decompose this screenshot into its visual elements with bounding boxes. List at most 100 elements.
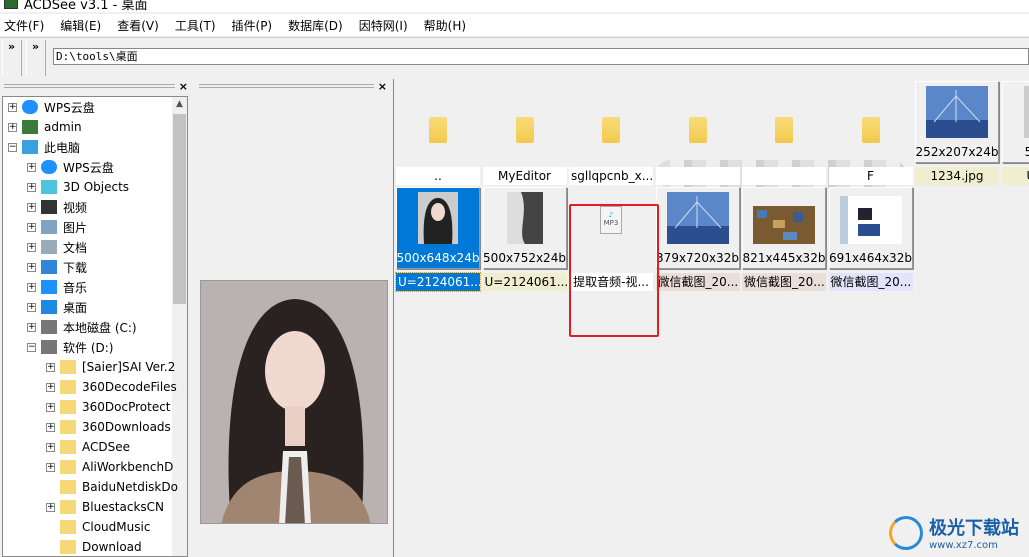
- thumbnail[interactable]: [483, 81, 567, 163]
- thumbnail[interactable]: 821x445x32b: [742, 187, 826, 269]
- image-file-item[interactable]: 252x207x24b 1234.jpg: [915, 81, 999, 185]
- file-name[interactable]: U=2124061...: [482, 273, 567, 291]
- thumbnail[interactable]: 379x720x32b: [655, 187, 740, 269]
- thumbnail[interactable]: [396, 81, 480, 163]
- tree-item[interactable]: CloudMusic: [46, 517, 150, 537]
- menu-item[interactable]: 工具(T): [175, 17, 216, 34]
- image-file-item[interactable]: 821x445x32b 微信截图_20...: [742, 187, 826, 291]
- thumbnail[interactable]: [829, 81, 913, 163]
- tree-item[interactable]: + 音乐: [27, 277, 87, 297]
- expand-icon[interactable]: +: [46, 382, 55, 392]
- tree-item[interactable]: + 桌面: [27, 297, 87, 317]
- expand-icon[interactable]: +: [27, 222, 36, 232]
- folder-item[interactable]: F: [828, 81, 913, 185]
- tree-item[interactable]: − 软件 (D:): [27, 337, 113, 357]
- tree-item[interactable]: + 图片: [27, 217, 87, 237]
- expand-icon[interactable]: +: [8, 122, 17, 132]
- expand-icon[interactable]: +: [27, 262, 36, 272]
- expand-icon[interactable]: +: [46, 402, 55, 412]
- thumbnail[interactable]: [569, 81, 653, 163]
- expand-icon[interactable]: +: [27, 242, 36, 252]
- tree-item[interactable]: + 下载: [27, 257, 87, 277]
- folder-item[interactable]: ..: [396, 81, 480, 185]
- tree-item[interactable]: + BluestacksCN: [46, 497, 164, 517]
- thumbnail[interactable]: 500x648x24b: [396, 187, 480, 269]
- thumbnail[interactable]: 500x5: [1001, 81, 1029, 163]
- tree-item[interactable]: +3D Objects: [27, 177, 129, 197]
- address-bar-input[interactable]: D:\tools\桌面: [53, 48, 1029, 65]
- tree-item[interactable]: + admin: [8, 117, 82, 137]
- file-name[interactable]: U=21: [1001, 167, 1029, 185]
- tree-item[interactable]: +360Downloads: [46, 417, 171, 437]
- tree-item[interactable]: + ACDSee: [46, 437, 130, 457]
- expand-icon[interactable]: +: [27, 302, 36, 312]
- tree-item[interactable]: + 文档: [27, 237, 87, 257]
- file-name[interactable]: U=2124061...: [395, 272, 481, 292]
- close-pane-icon[interactable]: ×: [179, 80, 188, 93]
- tree-item[interactable]: + WPS云盘: [8, 97, 95, 117]
- folder-item[interactable]: sgllqpcnb_x...: [569, 81, 653, 185]
- image-file-item[interactable]: 379x720x32b 微信截图_20...: [655, 187, 740, 291]
- file-name[interactable]: 1234.jpg: [915, 167, 999, 185]
- expand-icon[interactable]: +: [46, 502, 55, 512]
- file-name[interactable]: F: [828, 167, 913, 185]
- image-file-item[interactable]: 691x464x32b 微信截图_20...: [828, 187, 913, 291]
- menu-item[interactable]: 因特网(I): [359, 17, 408, 34]
- menu-item[interactable]: 编辑(E): [60, 17, 101, 34]
- expand-icon[interactable]: +: [27, 322, 36, 332]
- file-name[interactable]: 微信截图_20...: [828, 273, 913, 291]
- expand-icon[interactable]: +: [8, 102, 17, 112]
- menu-item[interactable]: 帮助(H): [424, 17, 466, 34]
- tree-item[interactable]: + 视频: [27, 197, 87, 217]
- tree-item[interactable]: + 本地磁盘 (C:): [27, 317, 137, 337]
- collapse-icon[interactable]: −: [27, 342, 36, 352]
- image-file-item[interactable]: 500x5 U=21: [1001, 81, 1029, 185]
- file-name[interactable]: 微信截图_20...: [655, 273, 740, 291]
- tree-item[interactable]: + WPS云盘: [27, 157, 114, 177]
- tree-item[interactable]: + AliWorkbenchD: [46, 457, 173, 477]
- expand-icon[interactable]: +: [46, 442, 55, 452]
- thumbnail[interactable]: 500x752x24b: [482, 187, 567, 269]
- file-name[interactable]: sgllqpcnb_x...: [569, 167, 653, 185]
- expand-icon[interactable]: +: [27, 162, 36, 172]
- expand-icon[interactable]: [46, 543, 55, 552]
- tree-item[interactable]: +360DocProtect: [46, 397, 171, 417]
- menu-item[interactable]: 插件(P): [232, 17, 273, 34]
- folder-item[interactable]: [742, 81, 826, 185]
- close-pane-icon[interactable]: ×: [378, 80, 387, 93]
- tree-item[interactable]: Download: [46, 537, 142, 556]
- menu-item[interactable]: 数据库(D): [288, 17, 343, 34]
- expand-icon[interactable]: +: [46, 422, 55, 432]
- thumbnail[interactable]: [742, 81, 826, 163]
- file-name[interactable]: 微信截图_20...: [742, 273, 826, 291]
- tree-item[interactable]: + [Saier]SAI Ver.2: [46, 357, 175, 377]
- toolbar-chevron-button[interactable]: »: [26, 40, 46, 76]
- image-file-item[interactable]: 500x752x24b U=2124061...: [482, 187, 567, 291]
- expand-icon[interactable]: +: [46, 462, 55, 472]
- thumbnail[interactable]: [656, 81, 740, 163]
- expand-icon[interactable]: +: [46, 362, 55, 372]
- tree-item[interactable]: − 此电脑: [8, 137, 80, 157]
- scrollbar-thumb[interactable]: [173, 114, 186, 304]
- scroll-up-icon[interactable]: ▲: [172, 99, 187, 109]
- expand-icon[interactable]: [46, 523, 55, 532]
- expand-icon[interactable]: +: [27, 202, 36, 212]
- collapse-icon[interactable]: −: [8, 142, 17, 152]
- toolbar-chevron-button[interactable]: »: [2, 40, 22, 76]
- expand-icon[interactable]: +: [27, 282, 36, 292]
- thumbnail[interactable]: 691x464x32b: [828, 187, 913, 269]
- file-name[interactable]: ..: [396, 167, 480, 185]
- folder-item[interactable]: MyEditor: [482, 81, 567, 185]
- tree-item[interactable]: +360DecodeFiles: [46, 377, 177, 397]
- file-name[interactable]: MyEditor: [482, 167, 567, 185]
- image-file-item[interactable]: 500x648x24b U=2124061...: [395, 187, 481, 292]
- tree-item[interactable]: BaiduNetdiskDo: [46, 477, 178, 497]
- menu-item[interactable]: 文件(F): [4, 17, 44, 34]
- folder-item[interactable]: [655, 81, 740, 185]
- thumbnail[interactable]: 252x207x24b: [915, 81, 999, 163]
- expand-icon[interactable]: [46, 483, 55, 492]
- menu-item[interactable]: 查看(V): [117, 17, 159, 34]
- expand-icon[interactable]: +: [27, 182, 36, 192]
- file-name[interactable]: [655, 167, 740, 185]
- file-name[interactable]: [742, 167, 826, 185]
